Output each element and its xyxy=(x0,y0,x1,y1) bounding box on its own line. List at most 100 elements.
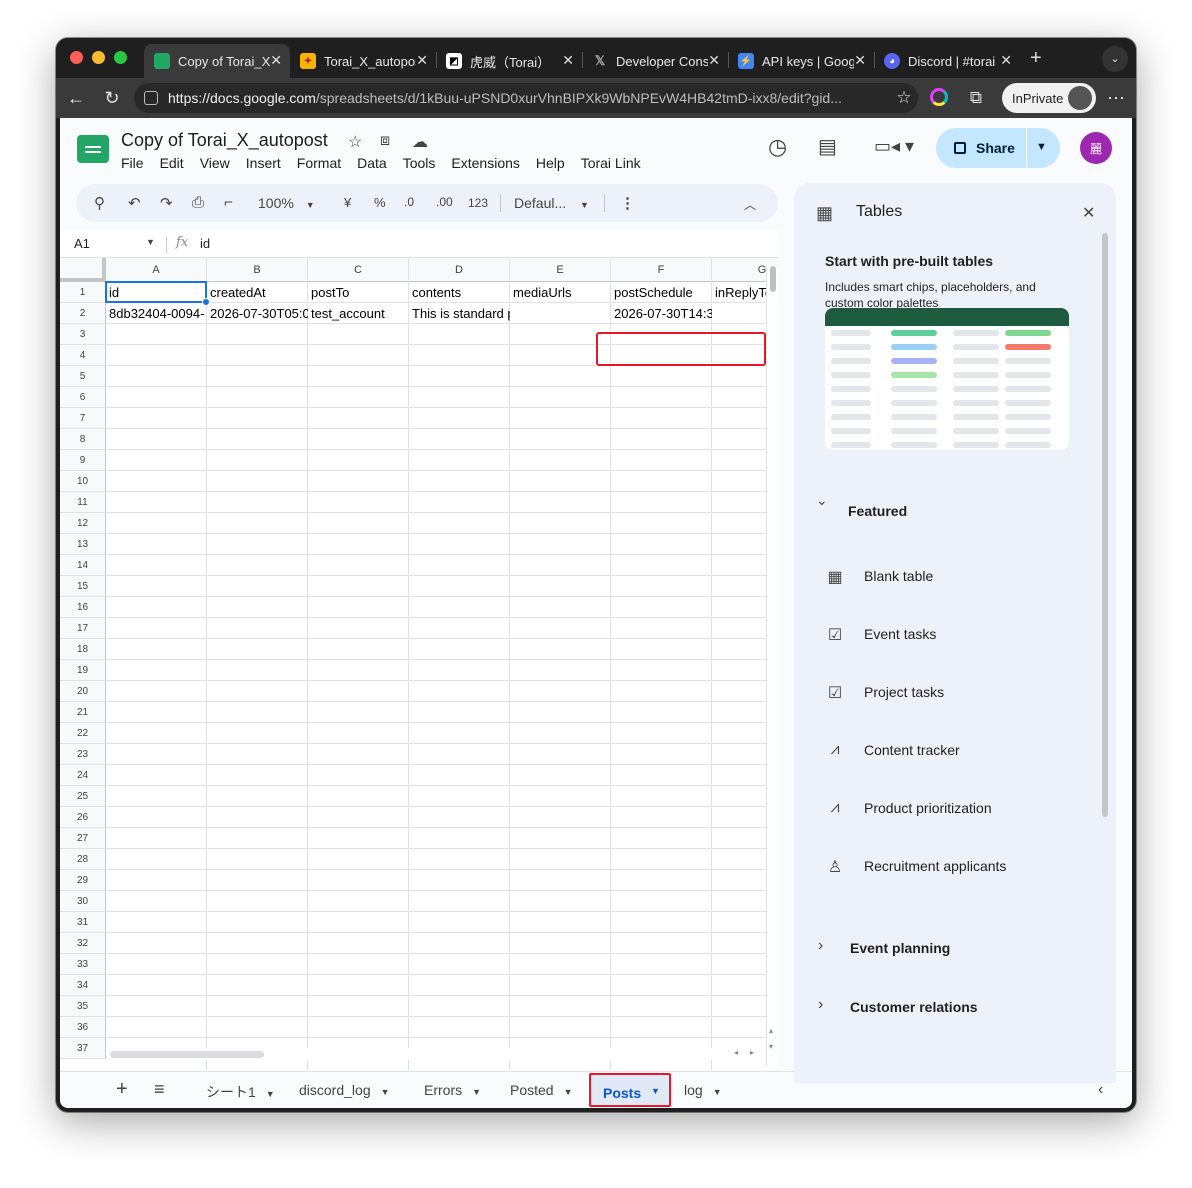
collapse-menus-icon[interactable]: ︿ xyxy=(744,196,756,213)
close-window-button[interactable] xyxy=(70,51,83,64)
sheet-tab-posted[interactable]: Posted ▼ xyxy=(510,1082,573,1098)
formula-input[interactable]: id xyxy=(200,236,210,251)
row-header[interactable]: 28 xyxy=(60,849,106,870)
expand-chevron-icon[interactable]: › xyxy=(818,996,823,1014)
more-tools-icon[interactable]: ⋮ xyxy=(620,194,635,212)
row-header[interactable]: 18 xyxy=(60,639,106,660)
zoom-select[interactable]: 100% ▼ xyxy=(258,195,315,211)
column-header-e[interactable]: E xyxy=(510,258,611,282)
browser-tab-discord[interactable]: ◕ Discord | #torai ✕ xyxy=(874,44,1020,78)
panel-item-content-tracker[interactable]: ⩘ Content tracker xyxy=(824,741,959,759)
share-button[interactable]: Share ▼ xyxy=(936,128,1060,168)
url-text[interactable]: https://docs.google.com/spreadsheets/d/1… xyxy=(168,90,892,106)
tab-list-chevron-icon[interactable]: ⌄ xyxy=(1102,46,1128,72)
browser-tab-torai-autopost[interactable]: ✦ Torai_X_autopost ✕ xyxy=(290,44,436,78)
menu-file[interactable]: File xyxy=(121,155,144,171)
cell-f2[interactable]: 2026-07-30T14:35:00-07 xyxy=(611,303,712,324)
sheet-tab-discord-log[interactable]: discord_log ▼ xyxy=(299,1082,390,1098)
name-box[interactable]: A1 xyxy=(74,236,90,251)
row-header[interactable]: 11 xyxy=(60,492,106,513)
row-header[interactable]: 10 xyxy=(60,471,106,492)
menu-edit[interactable]: Edit xyxy=(160,155,184,171)
row-header[interactable]: 3 xyxy=(60,324,106,345)
close-tab-icon[interactable]: ✕ xyxy=(562,52,574,69)
row-header[interactable]: 33 xyxy=(60,954,106,975)
row-header[interactable]: 8 xyxy=(60,429,106,450)
close-tab-icon[interactable]: ✕ xyxy=(416,52,428,69)
name-box-chevron-icon[interactable]: ▼ xyxy=(146,237,155,247)
account-avatar[interactable]: 麗 xyxy=(1080,132,1112,164)
column-header-a[interactable]: A xyxy=(106,258,207,282)
font-select[interactable]: Defaul... ▼ xyxy=(514,195,589,211)
row-header[interactable]: 22 xyxy=(60,723,106,744)
print-icon[interactable]: ⎙ xyxy=(192,194,204,211)
scroll-up-icon[interactable]: ▴ xyxy=(769,1026,773,1035)
menu-format[interactable]: Format xyxy=(297,155,341,171)
cell-b1[interactable]: createdAt xyxy=(207,282,308,303)
favorite-star-icon[interactable]: ☆ xyxy=(892,86,916,110)
move-folder-icon[interactable]: ⧈ xyxy=(380,132,390,150)
cell-d2[interactable]: This is standard post xyxy=(409,303,510,324)
back-arrow-icon[interactable]: ← xyxy=(64,86,88,110)
row-header[interactable]: 20 xyxy=(60,681,106,702)
row-header[interactable]: 1 xyxy=(60,282,106,303)
row-header[interactable]: 14 xyxy=(60,555,106,576)
row-header[interactable]: 6 xyxy=(60,387,106,408)
row-header[interactable]: 30 xyxy=(60,891,106,912)
site-info-icon[interactable] xyxy=(144,91,158,105)
row-header[interactable]: 7 xyxy=(60,408,106,429)
browser-tab-torai[interactable]: ◩ 虎威（Torai） ✕ xyxy=(436,44,582,78)
row-header[interactable]: 12 xyxy=(60,513,106,534)
sheet-tab-1[interactable]: シート1 ▼ xyxy=(206,1082,275,1102)
scroll-down-icon[interactable]: ▾ xyxy=(769,1042,773,1051)
maximize-window-button[interactable] xyxy=(114,51,127,64)
row-header[interactable]: 26 xyxy=(60,807,106,828)
star-icon[interactable]: ☆ xyxy=(348,132,362,152)
row-header[interactable]: 37 xyxy=(60,1038,106,1059)
cell-a2[interactable]: 8db32404-0094- xyxy=(106,303,207,324)
url-bar[interactable]: https://docs.google.com/spreadsheets/d/1… xyxy=(134,83,918,113)
scroll-left-icon[interactable]: ◂ xyxy=(734,1048,738,1057)
cell-c2[interactable]: test_account xyxy=(308,303,409,324)
row-header[interactable]: 5 xyxy=(60,366,106,387)
sheet-tab-log[interactable]: log ▼ xyxy=(684,1082,722,1098)
meet-camera-icon[interactable]: ▭◂ ▾ xyxy=(874,136,914,157)
add-sheet-icon[interactable]: + xyxy=(116,1078,128,1101)
paint-format-icon[interactable]: ⌐ xyxy=(224,194,233,211)
horizontal-scrollbar[interactable]: ◂ ▸ xyxy=(106,1048,766,1060)
panel-item-event-tasks[interactable]: ☑ Event tasks xyxy=(824,625,937,644)
row-header[interactable]: 21 xyxy=(60,702,106,723)
row-header[interactable]: 17 xyxy=(60,618,106,639)
row-header[interactable]: 25 xyxy=(60,786,106,807)
expand-chevron-icon[interactable]: › xyxy=(818,937,823,955)
increase-decimal-button[interactable]: .00 xyxy=(436,195,453,209)
cell-d1[interactable]: contents xyxy=(409,282,510,303)
menu-torai-link[interactable]: Torai Link xyxy=(581,155,641,171)
browser-tab-developer-console[interactable]: 𝕏 Developer Console ✕ xyxy=(582,44,728,78)
spreadsheet-grid[interactable]: ABCDEFG 1 2 3 4 5 6 7 8 9 10 11 12 13 14 15 16 17 18 19 20 2… xyxy=(60,258,778,1070)
sheets-logo-icon[interactable] xyxy=(77,135,109,163)
row-header[interactable]: 19 xyxy=(60,660,106,681)
row-header[interactable]: 13 xyxy=(60,534,106,555)
section-event-planning[interactable]: Event planning xyxy=(850,940,950,956)
more-formats-button[interactable]: 123 xyxy=(468,196,488,210)
row-header[interactable]: 24 xyxy=(60,765,106,786)
panel-item-product-prioritization[interactable]: ⩘ Product prioritization xyxy=(824,799,991,817)
close-panel-icon[interactable]: ✕ xyxy=(1082,203,1095,223)
panel-item-project-tasks[interactable]: ☑ Project tasks xyxy=(824,683,944,702)
minimize-window-button[interactable] xyxy=(92,51,105,64)
document-title[interactable]: Copy of Torai_X_autopost xyxy=(121,130,328,151)
column-header-d[interactable]: D xyxy=(409,258,510,282)
cloud-saved-icon[interactable]: ☁ xyxy=(412,132,428,152)
row-header[interactable]: 35 xyxy=(60,996,106,1017)
currency-format-button[interactable]: ¥ xyxy=(344,195,351,210)
browser-tab-api-keys[interactable]: ⚡ API keys | Google ✕ xyxy=(728,44,874,78)
menu-data[interactable]: Data xyxy=(357,155,387,171)
scroll-right-icon[interactable]: ▸ xyxy=(750,1048,754,1057)
row-header[interactable]: 9 xyxy=(60,450,106,471)
column-header-f[interactable]: F xyxy=(611,258,712,282)
menu-help[interactable]: Help xyxy=(536,155,565,171)
prebuilt-tables-preview[interactable] xyxy=(825,308,1069,450)
color-extension-icon[interactable] xyxy=(930,88,948,106)
extensions-puzzle-icon[interactable]: ⧉ xyxy=(964,86,988,110)
